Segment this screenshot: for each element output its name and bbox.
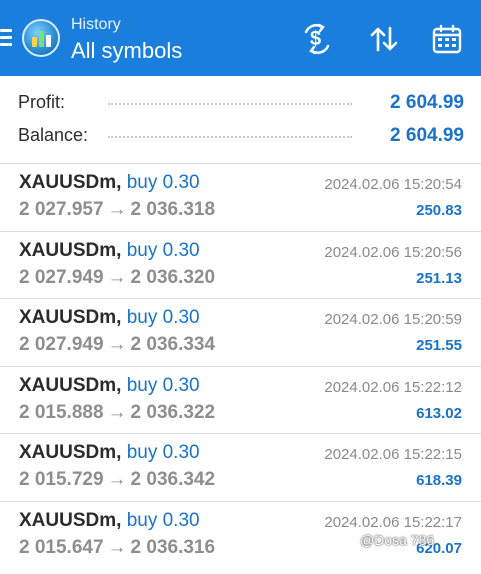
trade-symbol: XAUUSDm,: [19, 307, 122, 328]
trade-title: XAUUSDm, buy 0.30: [19, 442, 200, 464]
trade-time: 2024.02.06 15:20:54: [324, 176, 462, 193]
trade-title: XAUUSDm, buy 0.30: [19, 172, 200, 194]
trade-row[interactable]: XAUUSDm, buy 0.30 2 015.888 → 2 036.322 2024…: [0, 367, 481, 434]
trade-prices: 2 015.647 → 2 036.316: [19, 537, 215, 559]
balance-label: Balance:: [18, 125, 89, 145]
profit-value: 2 604.99: [390, 92, 464, 113]
trade-prices: 2 027.957 → 2 036.318: [19, 199, 215, 221]
trade-time: 2024.02.06 15:22:12: [324, 378, 462, 396]
watermark: @Dosa 786: [360, 532, 435, 548]
trade-symbol: XAUUSDm,: [19, 172, 122, 193]
trade-row[interactable]: XAUUSDm, buy 0.30 2 027.949 → 2 036.320 2024…: [0, 232, 481, 299]
trade-side: buy 0.30: [126, 442, 200, 463]
arrow-icon: →: [107, 199, 127, 220]
screen-subtitle: History: [71, 16, 121, 33]
trade-prices: 2 015.888 → 2 036.322: [19, 402, 215, 424]
trade-side: buy 0.30: [126, 172, 200, 193]
summary-panel: Profit: 2 604.99 Balance: 2 604.99: [0, 76, 481, 164]
balance-value: 2 604.99: [390, 125, 464, 146]
trade-symbol: XAUUSDm,: [19, 239, 122, 261]
trade-title: XAUUSDm, buy 0.30: [19, 510, 200, 532]
arrow-icon: →: [107, 266, 127, 288]
arrow-icon: →: [107, 469, 127, 490]
close-price: 2 036.318: [130, 199, 216, 220]
profit-row: Profit: 2 604.99: [18, 88, 464, 116]
trade-title: XAUUSDm, buy 0.30: [19, 240, 200, 262]
trade-time: 2024.02.06 15:22:17: [324, 513, 462, 531]
trade-profit: 613.02: [416, 404, 462, 422]
trade-profit: 250.83: [416, 202, 462, 219]
trade-row[interactable]: XAUUSDm, buy 0.30 2 027.949 → 2 036.334 2024…: [0, 299, 481, 366]
trade-prices: 2 015.729 → 2 036.342: [19, 469, 215, 491]
trade-symbol: XAUUSDm,: [19, 509, 122, 531]
balance-row: Balance: 2 604.99: [18, 121, 464, 149]
trade-profit: 251.55: [416, 337, 462, 354]
arrow-icon: →: [107, 536, 127, 558]
trade-side: buy 0.30: [126, 374, 200, 396]
trade-row[interactable]: XAUUSDm, buy 0.30 2 015.729 → 2 036.342 2024…: [0, 434, 481, 501]
app-logo: [22, 19, 60, 57]
trade-prices: 2 027.949 → 2 036.334: [19, 334, 215, 356]
open-price: 2 027.957: [19, 199, 104, 220]
trade-profit: 251.13: [416, 269, 462, 287]
trade-title: XAUUSDm, buy 0.30: [19, 307, 200, 329]
close-price: 2 036.316: [130, 536, 216, 558]
trade-profit: 618.39: [416, 472, 462, 489]
trade-row[interactable]: XAUUSDm, buy 0.30 2 027.957 → 2 036.318 2024…: [0, 164, 481, 231]
close-price: 2 036.320: [130, 266, 216, 288]
app-bar: History All symbols $: [0, 0, 481, 76]
open-price: 2 015.647: [19, 536, 104, 558]
arrow-icon: →: [107, 401, 127, 423]
trade-time: 2024.02.06 15:20:56: [324, 243, 462, 261]
open-price: 2 027.949: [19, 334, 104, 355]
trade-symbol: XAUUSDm,: [19, 374, 122, 396]
trade-prices: 2 027.949 → 2 036.320: [19, 267, 215, 289]
screen-title[interactable]: All symbols: [71, 38, 182, 64]
open-price: 2 015.729: [19, 469, 104, 490]
dotted-leader: [108, 103, 352, 105]
open-price: 2 015.888: [19, 401, 104, 423]
close-price: 2 036.322: [130, 401, 216, 423]
trade-side: buy 0.30: [126, 509, 200, 531]
trade-symbol: XAUUSDm,: [19, 442, 122, 463]
sort-icon[interactable]: [369, 23, 399, 55]
profit-label: Profit:: [18, 92, 66, 112]
calendar-icon[interactable]: [432, 23, 462, 55]
close-price: 2 036.334: [130, 334, 216, 355]
trade-title: XAUUSDm, buy 0.30: [19, 375, 200, 397]
trade-side: buy 0.30: [126, 239, 200, 261]
dotted-leader: [108, 136, 352, 138]
currency-exchange-icon[interactable]: $: [302, 23, 332, 55]
open-price: 2 027.949: [19, 266, 104, 288]
trade-time: 2024.02.06 15:20:59: [324, 311, 462, 328]
trade-time: 2024.02.06 15:22:15: [324, 446, 462, 463]
close-price: 2 036.342: [130, 469, 216, 490]
arrow-icon: →: [107, 334, 127, 355]
trade-side: buy 0.30: [126, 307, 200, 328]
menu-icon[interactable]: [0, 29, 12, 47]
